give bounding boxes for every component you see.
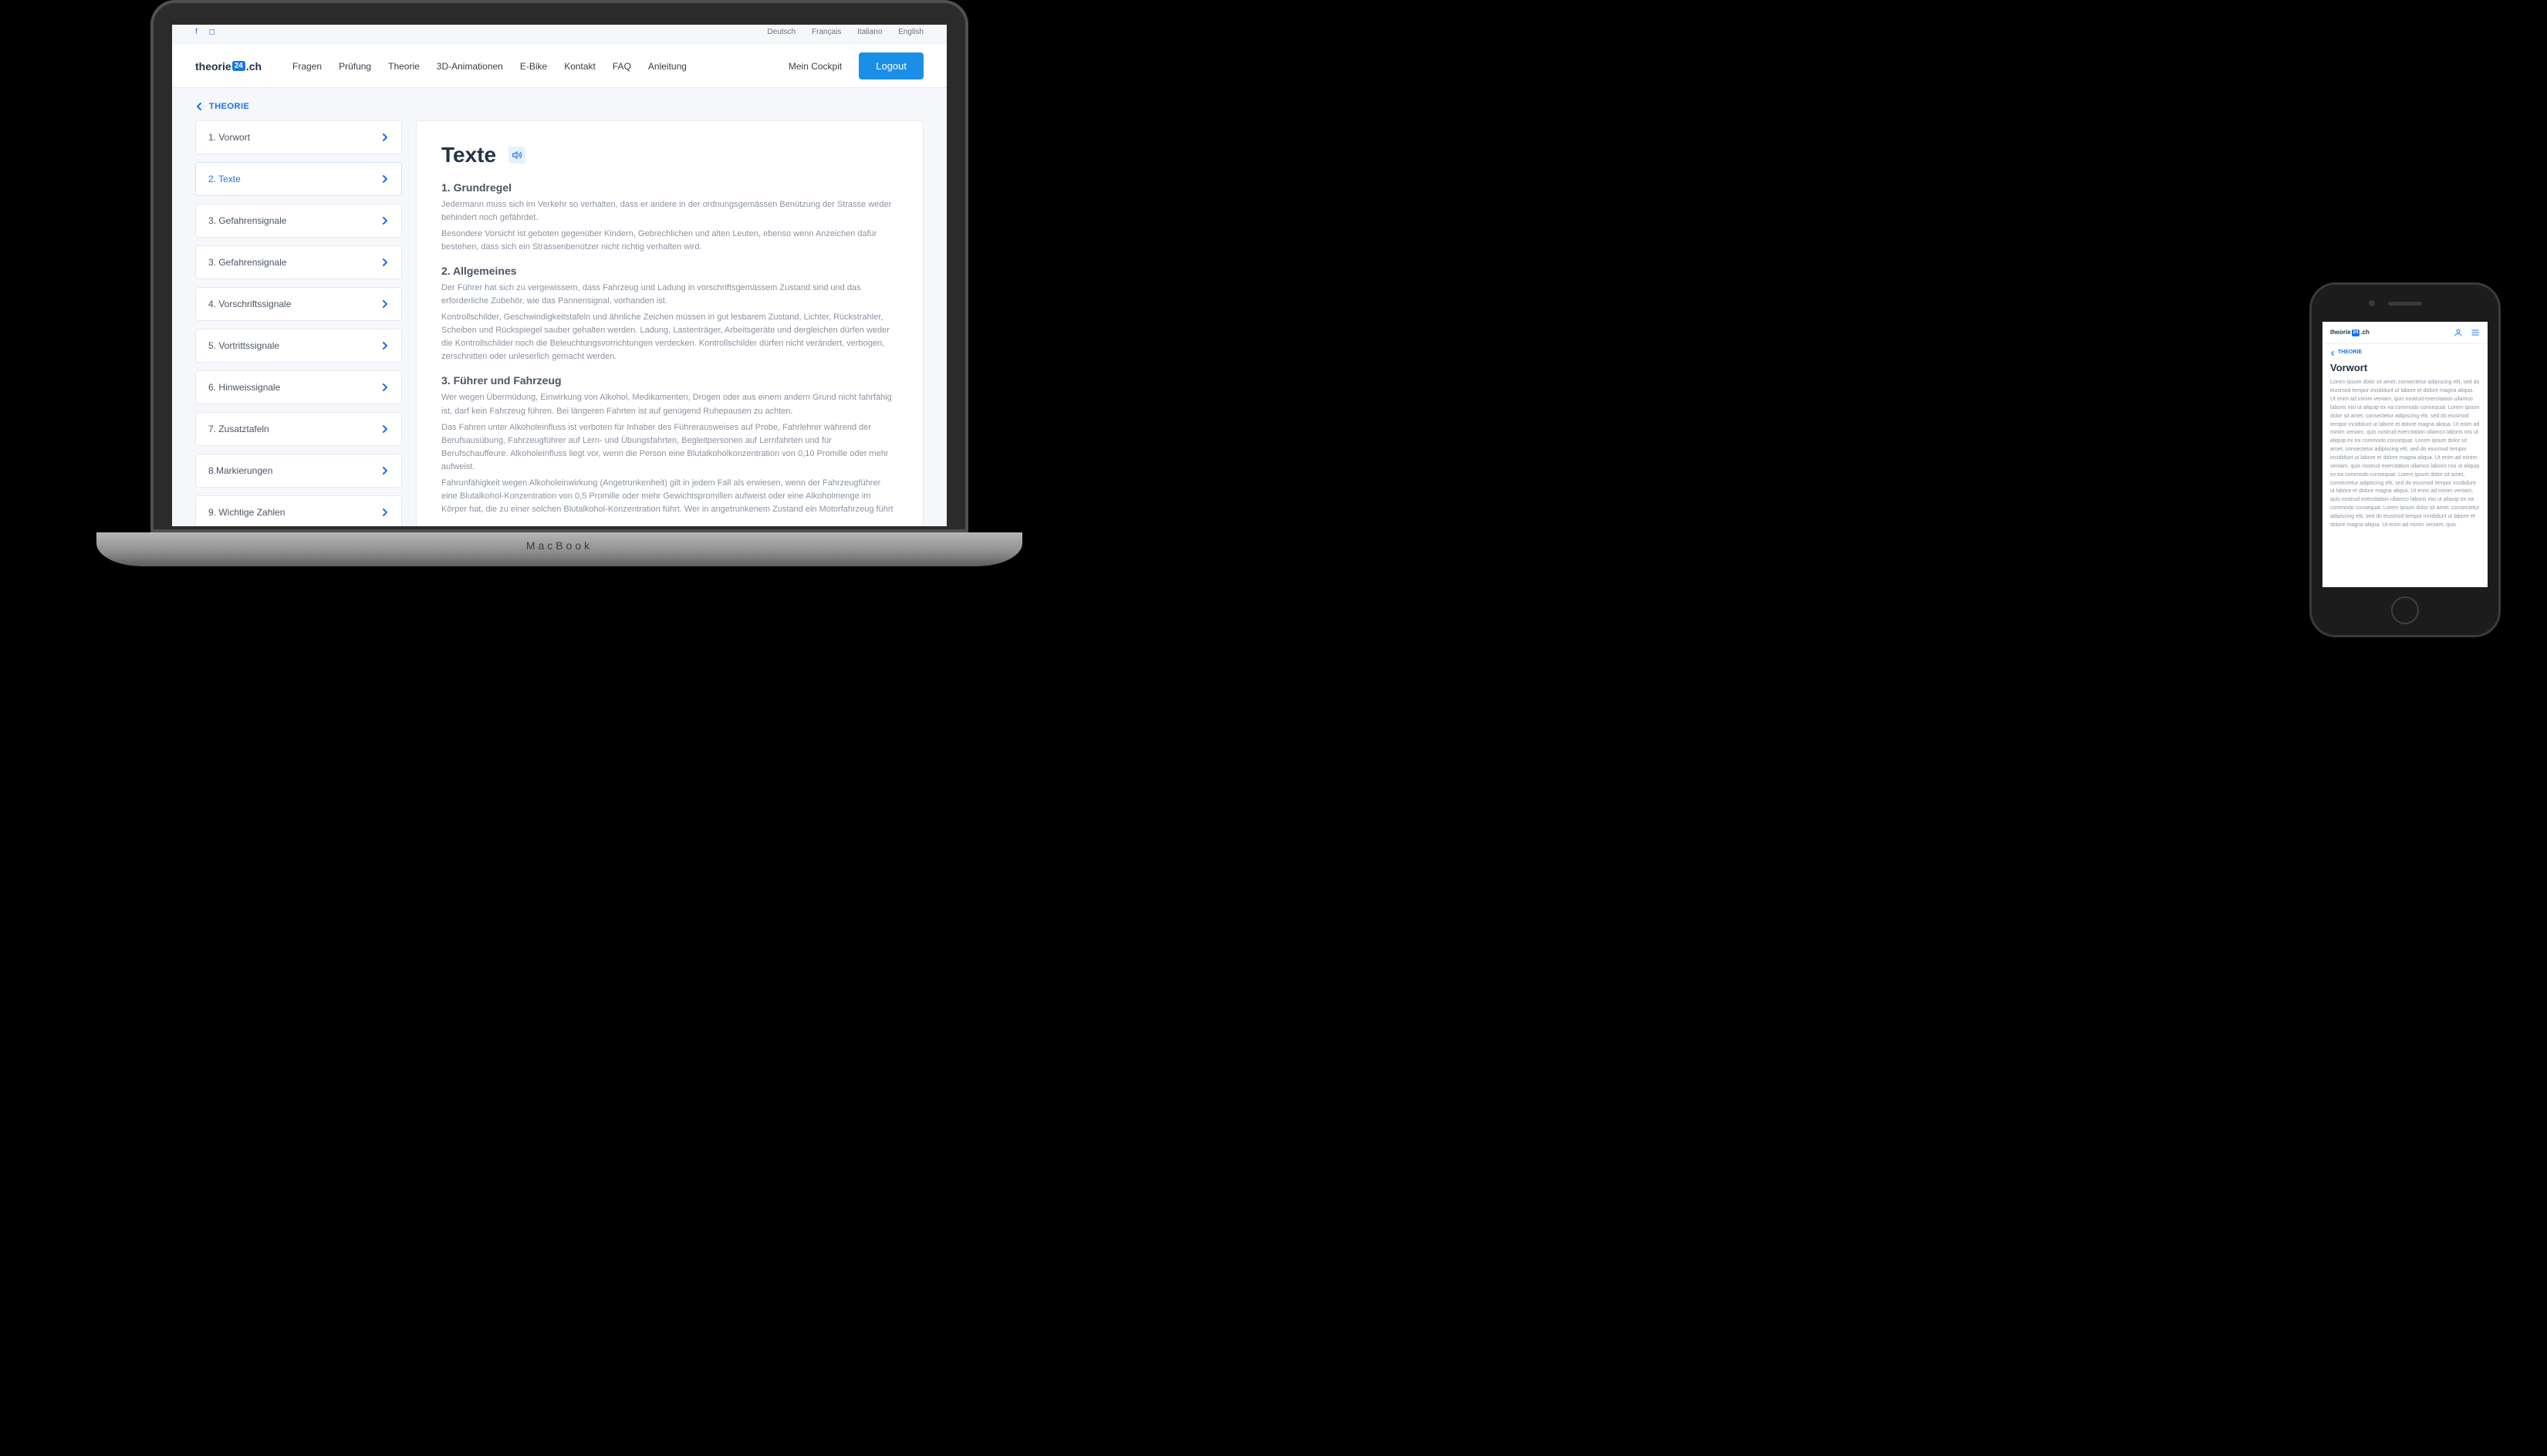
menu-item-theorie[interactable]: Theorie — [388, 61, 420, 72]
logo-badge: 24 — [232, 61, 245, 71]
chevron-left-icon — [2330, 351, 2335, 356]
macbook-base: MacBook — [96, 532, 1022, 566]
section-paragraph: Jedermann muss sich im Verkehr so verhal… — [441, 198, 898, 225]
section-paragraph: Kontrollschilder, Geschwindigkeitstafeln… — [441, 311, 898, 363]
mobile-logo[interactable]: theorie 24 .ch — [2330, 328, 2370, 337]
breadcrumb-label: THEORIE — [209, 102, 249, 111]
desktop-app-viewport: f ◻ Deutsch Français Italiano English th… — [172, 25, 947, 526]
menu-item-fragen[interactable]: Fragen — [292, 61, 322, 72]
section-paragraph: Wer wegen Übermüdung, Einwirkung von Alk… — [441, 391, 898, 417]
chevron-right-icon — [381, 217, 389, 225]
hamburger-menu-icon[interactable] — [2471, 328, 2480, 337]
sidebar-item-texte[interactable]: 2. Texte — [195, 162, 402, 196]
sidebar-item-gefahrensignale[interactable]: 3. Gefahrensignale — [195, 204, 402, 238]
menu-item-3d[interactable]: 3D-Animationen — [437, 61, 503, 72]
mobile-header-actions — [2454, 328, 2480, 337]
chapter-sidebar: 1. Vorwort 2. Texte 3. Gefahrensignale 3… — [195, 120, 402, 526]
lang-en[interactable]: English — [898, 28, 924, 36]
macbook-mockup: f ◻ Deutsch Français Italiano English th… — [150, 0, 968, 586]
section-heading: 2. Allgemeines — [441, 265, 898, 277]
chevron-left-icon — [195, 103, 203, 110]
sidebar-item-label: 2. Texte — [208, 174, 241, 184]
menu-item-faq[interactable]: FAQ — [613, 61, 631, 72]
phone-camera-icon — [2369, 300, 2375, 306]
content-panel: Texte 1. Grundregel Jedermann muss sich … — [416, 120, 924, 526]
topbar: f ◻ Deutsch Français Italiano English — [172, 25, 947, 45]
chevron-right-icon — [381, 342, 389, 350]
menu-item-anleitung[interactable]: Anleitung — [648, 61, 687, 72]
chevron-right-icon — [381, 425, 389, 433]
mobile-page-title: Vorwort — [2322, 357, 2488, 379]
sidebar-item-label: 9. Wichtige Zahlen — [208, 507, 285, 518]
user-icon[interactable] — [2454, 328, 2463, 337]
sidebar-item-vorwort[interactable]: 1. Vorwort — [195, 120, 402, 154]
phone-home-button[interactable] — [2391, 596, 2419, 624]
language-switch: Deutsch Français Italiano English — [754, 28, 924, 42]
macbook-bezel: f ◻ Deutsch Français Italiano English th… — [150, 0, 968, 532]
sidebar-item-wichtige-zahlen[interactable]: 9. Wichtige Zahlen — [195, 495, 402, 526]
chevron-right-icon — [381, 258, 389, 266]
sidebar-item-markierungen[interactable]: 8.Markierungen — [195, 454, 402, 488]
section-paragraph: Der Führer hat sich zu vergewissern, das… — [441, 282, 898, 308]
sidebar-item-label: 3. Gefahrensignale — [208, 215, 286, 226]
chevron-right-icon — [381, 508, 389, 516]
lang-fr[interactable]: Français — [812, 28, 841, 36]
chevron-right-icon — [381, 300, 389, 308]
sidebar-item-label: 3. Gefahrensignale — [208, 257, 286, 268]
mobile-app-viewport: theorie 24 .ch THEORIE Vorwort Lorem ips… — [2322, 322, 2488, 587]
nav-actions: Mein Cockpit Logout — [789, 52, 924, 79]
section-paragraph: Besondere Vorsicht ist geboten gegenüber… — [441, 228, 898, 254]
chevron-right-icon — [381, 175, 389, 183]
section-heading: 3. Führer und Fahrzeug — [441, 374, 898, 387]
logo-pre: theorie — [195, 60, 231, 73]
menu-item-kontakt[interactable]: Kontakt — [564, 61, 596, 72]
logout-button[interactable]: Logout — [859, 52, 924, 79]
section-paragraph: Fahrunfähigkeit wegen Alkoholeinwirkung … — [441, 477, 898, 516]
main-menu: Fragen Prüfung Theorie 3D-Animationen E-… — [292, 61, 687, 72]
lang-it[interactable]: Italiano — [857, 28, 882, 36]
logo-pre: theorie — [2330, 328, 2351, 337]
mobile-breadcrumb-label: THEORIE — [2338, 349, 2362, 357]
section-paragraph: Das Fahren unter Alkoholeinfluss ist ver… — [441, 421, 898, 474]
facebook-icon[interactable]: f — [195, 28, 198, 36]
instagram-icon[interactable]: ◻ — [209, 28, 215, 36]
chevron-right-icon — [381, 383, 389, 391]
mobile-breadcrumb[interactable]: THEORIE — [2322, 344, 2488, 357]
sidebar-item-label: 7. Zusatztafeln — [208, 424, 269, 434]
sidebar-item-gefahrensignale-2[interactable]: 3. Gefahrensignale — [195, 245, 402, 279]
sidebar-item-label: 4. Vorschriftssignale — [208, 299, 291, 309]
mobile-body-text: Lorem ipsum dolor sit amet, consectetur … — [2322, 379, 2488, 529]
page-layout: 1. Vorwort 2. Texte 3. Gefahrensignale 3… — [172, 120, 947, 526]
sidebar-item-vorschriftssignale[interactable]: 4. Vorschriftssignale — [195, 287, 402, 321]
menu-item-ebike[interactable]: E-Bike — [520, 61, 547, 72]
sidebar-item-label: 1. Vorwort — [208, 132, 250, 143]
audio-icon[interactable] — [508, 147, 525, 164]
logo-post: .ch — [246, 60, 262, 73]
main-navbar: theorie 24 .ch Fragen Prüfung Theorie 3D… — [172, 45, 947, 88]
mein-cockpit-link[interactable]: Mein Cockpit — [789, 61, 842, 72]
page-title: Texte — [441, 143, 496, 167]
sidebar-item-hinweissignale[interactable]: 6. Hinweissignale — [195, 370, 402, 404]
mobile-header: theorie 24 .ch — [2322, 322, 2488, 344]
chevron-right-icon — [381, 467, 389, 475]
logo[interactable]: theorie 24 .ch — [195, 60, 262, 73]
menu-item-pruefung[interactable]: Prüfung — [339, 61, 371, 72]
content-title-row: Texte — [441, 143, 898, 167]
iphone-mockup: theorie 24 .ch THEORIE Vorwort Lorem ips… — [2309, 282, 2501, 637]
sidebar-item-label: 8.Markierungen — [208, 465, 272, 476]
lang-de[interactable]: Deutsch — [768, 28, 796, 36]
sidebar-item-label: 5. Vortrittssignale — [208, 340, 279, 351]
phone-speaker — [2388, 302, 2422, 306]
section-heading: 1. Grundregel — [441, 181, 898, 194]
chevron-right-icon — [381, 133, 389, 141]
sidebar-item-zusatztafeln[interactable]: 7. Zusatztafeln — [195, 412, 402, 446]
topbar-social: f ◻ — [195, 28, 225, 42]
sidebar-item-vortrittssignale[interactable]: 5. Vortrittssignale — [195, 329, 402, 363]
sidebar-item-label: 6. Hinweissignale — [208, 382, 280, 393]
logo-badge: 24 — [2352, 329, 2360, 336]
logo-post: .ch — [2360, 328, 2370, 337]
breadcrumb[interactable]: THEORIE — [172, 88, 947, 120]
speaker-icon — [512, 150, 522, 160]
